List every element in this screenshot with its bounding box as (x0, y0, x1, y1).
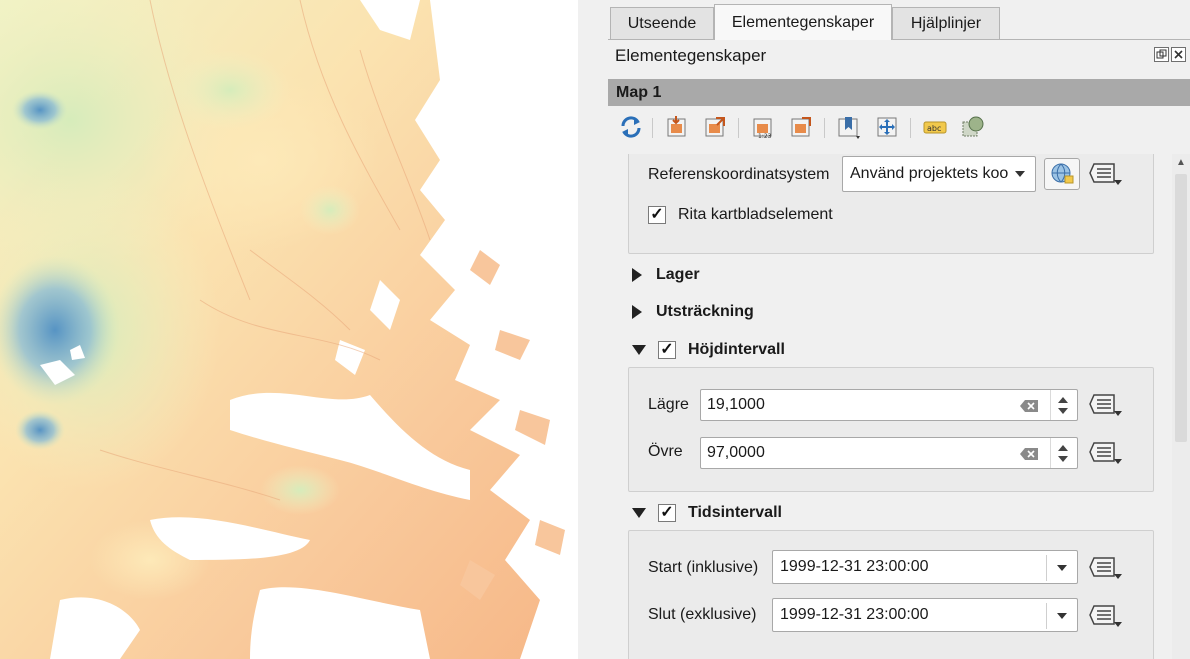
properties-scrollbar[interactable]: ▲ (1172, 154, 1190, 659)
tab-appearance[interactable]: Utseende (610, 7, 714, 39)
refresh-icon[interactable] (618, 114, 644, 140)
toolbar-separator (824, 118, 825, 138)
clip-settings-icon[interactable] (960, 114, 986, 140)
lower-value: 19,1000 (707, 396, 765, 413)
chevron-down-icon (1005, 157, 1035, 191)
tab-guides[interactable]: Hjälplinjer (892, 7, 1000, 39)
data-defined-override-icon[interactable] (1088, 439, 1124, 467)
spin-down-icon[interactable] (1058, 456, 1068, 462)
toolbar-separator (738, 118, 739, 138)
chevron-down-icon (632, 345, 646, 355)
spin-arrows[interactable] (1050, 438, 1077, 468)
upper-value: 97,0000 (707, 444, 765, 461)
spin-down-icon[interactable] (1058, 408, 1068, 414)
upper-input[interactable]: 97,0000 (700, 437, 1078, 469)
dock-title: Elementegenskaper (615, 46, 767, 65)
map-canvas[interactable] (0, 0, 578, 659)
start-label: Start (inklusive) (648, 559, 759, 576)
svg-text:1:23: 1:23 (758, 133, 772, 140)
section-extent-title: Utsträckning (656, 303, 754, 320)
close-icon[interactable] (1171, 47, 1186, 62)
section-elevation[interactable]: ✓ Höjdintervall (632, 337, 785, 363)
chevron-right-icon (632, 268, 642, 282)
end-label: Slut (exklusive) (648, 606, 757, 623)
section-layers-title: Lager (656, 266, 700, 283)
svg-text:abc: abc (927, 124, 941, 133)
spin-up-icon[interactable] (1058, 397, 1068, 403)
chevron-down-icon (632, 508, 646, 518)
crs-select[interactable]: Använd projektets koo (842, 156, 1036, 192)
lower-input[interactable]: 19,1000 (700, 389, 1078, 421)
globe-crs-icon (1051, 163, 1074, 184)
scroll-thumb[interactable] (1175, 174, 1187, 442)
item-header: Map 1 (608, 79, 1190, 106)
clear-icon[interactable] (1019, 447, 1039, 461)
elevation-raster (0, 0, 578, 659)
section-elevation-title: Höjdintervall (688, 341, 785, 358)
tab-bar: Utseende Elementegenskaper Hjälplinjer (598, 0, 1190, 40)
crs-picker-button[interactable] (1044, 158, 1080, 190)
view-extent-icon[interactable] (702, 114, 728, 140)
start-value: 1999-12-31 23:00:00 (780, 558, 929, 575)
set-map-extent-icon[interactable] (664, 114, 690, 140)
view-scale-icon[interactable] (788, 114, 814, 140)
data-defined-override-icon[interactable] (1088, 602, 1124, 630)
elevation-group (628, 367, 1154, 492)
toolbar-separator (652, 118, 653, 138)
properties-scroll-area[interactable]: Referenskoordinatsystem Använd projektet… (608, 154, 1172, 659)
map-scrollbar[interactable] (578, 0, 598, 127)
section-extent[interactable]: Utsträckning (632, 299, 754, 325)
move-content-icon[interactable] (874, 114, 900, 140)
section-temporal[interactable]: ✓ Tidsintervall (632, 500, 782, 526)
set-scale-icon[interactable]: 1:23 (750, 114, 776, 140)
end-value: 1999-12-31 23:00:00 (780, 606, 929, 623)
clear-icon[interactable] (1019, 399, 1039, 413)
label-settings-icon[interactable]: abc (922, 114, 948, 140)
lower-label: Lägre (648, 396, 689, 413)
chevron-right-icon (632, 305, 642, 319)
map-toolbar: 1:23 abc (616, 112, 1176, 144)
section-layers[interactable]: Lager (632, 262, 700, 288)
spin-arrows[interactable] (1050, 390, 1077, 420)
chevron-down-icon[interactable] (1047, 551, 1077, 583)
data-defined-override-icon[interactable] (1088, 160, 1124, 188)
draw-items-label: Rita kartbladselement (678, 206, 833, 223)
draw-items-checkbox[interactable]: ✓ (648, 206, 666, 224)
upper-label: Övre (648, 443, 683, 460)
elevation-checkbox[interactable]: ✓ (658, 341, 676, 359)
start-datetime-input[interactable]: 1999-12-31 23:00:00 (772, 550, 1078, 584)
section-temporal-title: Tidsintervall (688, 504, 782, 521)
crs-select-value: Använd projektets koo (850, 165, 1009, 182)
float-icon[interactable] (1154, 47, 1169, 62)
tab-item-properties[interactable]: Elementegenskaper (714, 4, 892, 40)
end-datetime-input[interactable]: 1999-12-31 23:00:00 (772, 598, 1078, 632)
draw-items-row[interactable]: ✓ Rita kartbladselement (648, 206, 833, 224)
temporal-checkbox[interactable]: ✓ (658, 504, 676, 522)
data-defined-override-icon[interactable] (1088, 554, 1124, 582)
data-defined-override-icon[interactable] (1088, 391, 1124, 419)
crs-label: Referenskoordinatsystem (648, 166, 830, 183)
tab-divider (608, 39, 1190, 40)
spin-up-icon[interactable] (1058, 445, 1068, 451)
bookmark-icon[interactable] (836, 114, 862, 140)
properties-panel: Utseende Elementegenskaper Hjälplinjer E… (598, 0, 1190, 659)
chevron-down-icon[interactable] (1047, 599, 1077, 631)
toolbar-separator (910, 118, 911, 138)
scroll-up-icon[interactable]: ▲ (1172, 154, 1190, 172)
